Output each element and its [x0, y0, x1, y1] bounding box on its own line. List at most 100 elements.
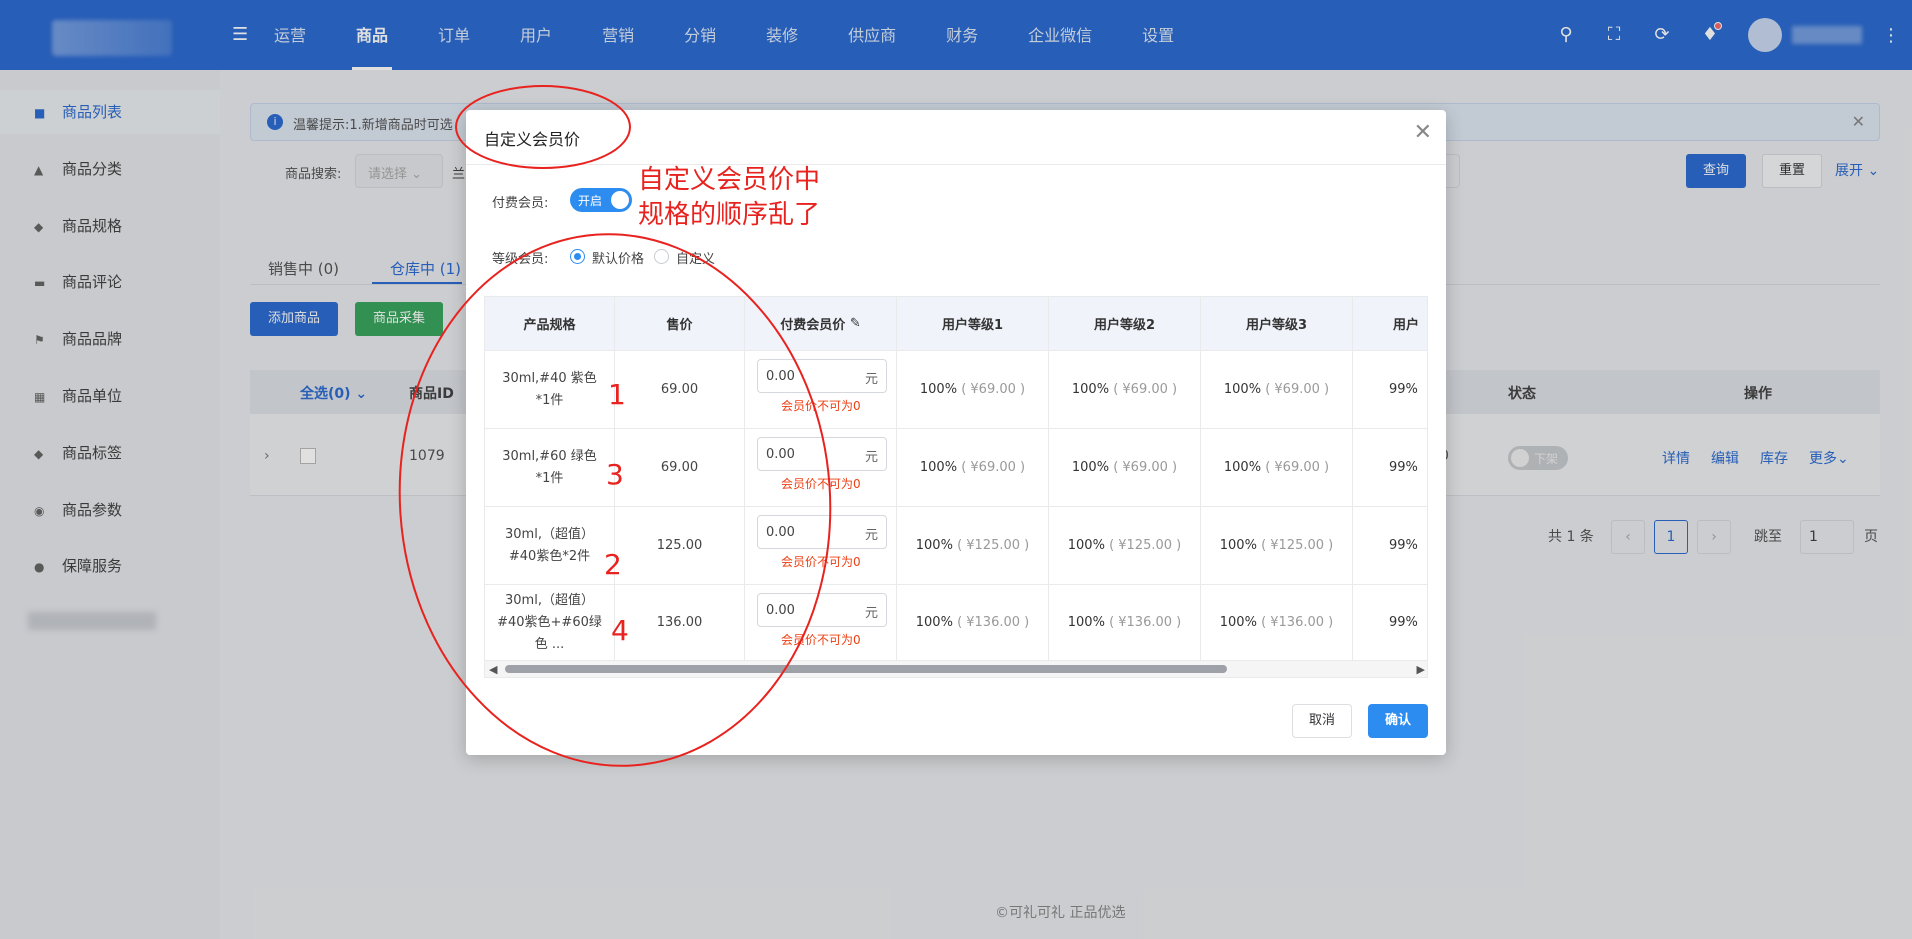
member-price-field[interactable] [758, 516, 858, 548]
unit-label: 元 [864, 606, 878, 621]
level-pct: 99% [1389, 381, 1418, 397]
level-2-cell: 100% ( ¥136.00 ) [1049, 585, 1201, 661]
member-price-input[interactable]: 元 [757, 437, 887, 471]
member-price-modal: 自定义会员价 ✕ 付费会员: 开启 等级会员: 默认价格 自定义 产品规格 售价… [466, 110, 1446, 755]
level-price: ( ¥69.00 ) [1113, 381, 1178, 397]
level-3-cell: 100% ( ¥125.00 ) [1201, 507, 1353, 585]
level-price: ( ¥136.00 ) [1261, 614, 1334, 630]
level-1-cell: 100% ( ¥136.00 ) [897, 585, 1049, 661]
price-cell: 69.00 [615, 351, 745, 429]
unit-label: 元 [864, 450, 878, 465]
col-level-1: 用户等级1 [897, 297, 1049, 351]
level-3-cell: 100% ( ¥69.00 ) [1201, 351, 1353, 429]
radio-custom[interactable] [654, 249, 669, 264]
col-member-price-label: 付费会员价 [780, 318, 846, 333]
error-message: 会员价不可为0 [781, 399, 861, 413]
col-price: 售价 [615, 297, 745, 351]
cancel-button[interactable]: 取消 [1292, 704, 1352, 738]
level-2-cell: 100% ( ¥69.00 ) [1049, 351, 1201, 429]
paid-member-switch[interactable]: 开启 [570, 188, 632, 212]
level-price: ( ¥136.00 ) [1109, 614, 1182, 630]
switch-label: 开启 [578, 194, 603, 208]
level-pct: 100% [915, 614, 953, 630]
level-price: ( ¥69.00 ) [1265, 381, 1330, 397]
level-4-cell: 99% [1353, 507, 1427, 585]
unit-label: 元 [864, 528, 878, 543]
level-pct: 99% [1389, 614, 1418, 630]
spec-cell: 30ml,#60 绿色*1件 [485, 429, 615, 507]
col-level-3: 用户等级3 [1201, 297, 1353, 351]
scroll-thumb[interactable] [505, 665, 1227, 673]
radio-default-price[interactable] [570, 249, 585, 264]
level-price: ( ¥125.00 ) [1109, 537, 1182, 553]
level-4-cell: 99% [1353, 351, 1427, 429]
col-level-4: 用户 [1353, 297, 1427, 351]
unit-label: 元 [864, 372, 878, 387]
level-pct: 100% [919, 381, 958, 397]
radio-custom-label[interactable]: 自定义 [676, 248, 715, 267]
level-3-cell: 100% ( ¥69.00 ) [1201, 429, 1353, 507]
level-price: ( ¥125.00 ) [957, 537, 1030, 553]
level-price: ( ¥69.00 ) [1113, 459, 1178, 475]
level-4-cell: 99% [1353, 429, 1427, 507]
level-pct: 100% [1223, 381, 1262, 397]
level-1-cell: 100% ( ¥125.00 ) [897, 507, 1049, 585]
level-price: ( ¥69.00 ) [961, 459, 1026, 475]
close-icon[interactable]: ✕ [1414, 120, 1432, 145]
confirm-button[interactable]: 确认 [1368, 704, 1428, 738]
price-cell: 136.00 [615, 585, 745, 661]
level-price: ( ¥69.00 ) [961, 381, 1026, 397]
annotation-note-line1: 自定义会员价中 [638, 165, 821, 195]
level-member-label: 等级会员: [492, 252, 549, 267]
level-pct: 100% [1071, 381, 1110, 397]
level-3-cell: 100% ( ¥136.00 ) [1201, 585, 1353, 661]
member-price-field[interactable] [758, 360, 858, 392]
level-pct: 100% [1067, 537, 1105, 553]
spec-cell: 30ml,（超值）#40紫色+#60绿色 ... [485, 585, 615, 661]
spec-cell: 30ml,（超值）#40紫色*2件 [485, 507, 615, 585]
col-level-2: 用户等级2 [1049, 297, 1201, 351]
price-cell: 69.00 [615, 429, 745, 507]
level-pct: 100% [1223, 459, 1262, 475]
level-price: ( ¥136.00 ) [957, 614, 1030, 630]
radio-default-label[interactable]: 默认价格 [592, 248, 644, 267]
col-spec: 产品规格 [485, 297, 615, 351]
level-1-cell: 100% ( ¥69.00 ) [897, 429, 1049, 507]
level-pct: 100% [919, 459, 958, 475]
spec-cell: 30ml,#40 紫色*1件 [485, 351, 615, 429]
switch-knob [611, 191, 629, 209]
annotation-number: 4 [611, 614, 629, 647]
modal-title: 自定义会员价 [484, 130, 581, 149]
horizontal-scrollbar[interactable]: ◀ ▶ [485, 661, 1427, 677]
annotation-number: 3 [606, 458, 624, 491]
level-pct: 99% [1389, 537, 1418, 553]
member-price-field[interactable] [758, 594, 858, 626]
annotation-number: 2 [604, 548, 622, 581]
level-pct: 100% [915, 537, 953, 553]
paid-member-label: 付费会员: [492, 196, 549, 211]
level-1-cell: 100% ( ¥69.00 ) [897, 351, 1049, 429]
level-pct: 99% [1389, 459, 1418, 475]
error-message: 会员价不可为0 [781, 555, 861, 569]
error-message: 会员价不可为0 [781, 633, 861, 647]
level-pct: 100% [1071, 459, 1110, 475]
member-price-input[interactable]: 元 [757, 593, 887, 627]
level-price: ( ¥69.00 ) [1265, 459, 1330, 475]
edit-icon[interactable]: ✎ [850, 316, 861, 331]
col-member-price: 付费会员价 ✎ [745, 297, 897, 351]
level-2-cell: 100% ( ¥69.00 ) [1049, 429, 1201, 507]
level-price: ( ¥125.00 ) [1261, 537, 1334, 553]
member-price-input[interactable]: 元 [757, 515, 887, 549]
level-2-cell: 100% ( ¥125.00 ) [1049, 507, 1201, 585]
scroll-left-icon[interactable]: ◀ [489, 663, 497, 676]
annotation-number: 1 [608, 378, 626, 411]
level-4-cell: 99% [1353, 585, 1427, 661]
annotation-note-line2: 规格的顺序乱了 [638, 200, 821, 230]
level-pct: 100% [1219, 537, 1257, 553]
scroll-right-icon[interactable]: ▶ [1417, 663, 1425, 676]
member-price-input[interactable]: 元 [757, 359, 887, 393]
level-pct: 100% [1219, 614, 1257, 630]
member-price-field[interactable] [758, 438, 858, 470]
level-pct: 100% [1067, 614, 1105, 630]
price-cell: 125.00 [615, 507, 745, 585]
